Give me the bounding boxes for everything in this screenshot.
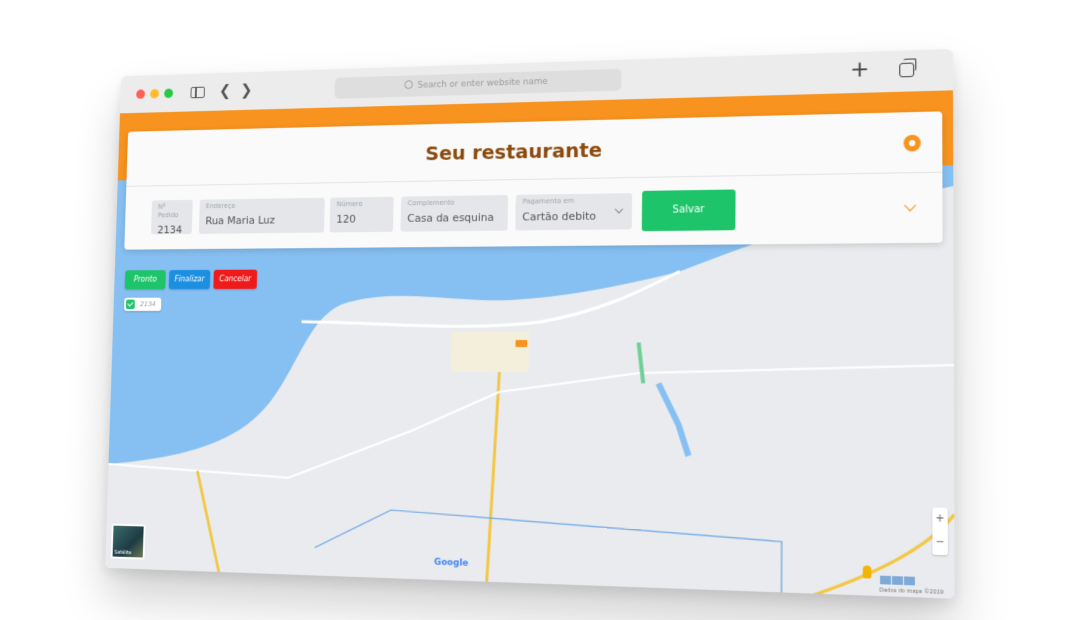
sidebar-toggle-icon[interactable]	[190, 86, 205, 99]
google-logo: Google	[434, 558, 468, 569]
route-badge	[515, 340, 528, 348]
highway-main	[486, 372, 499, 594]
maximize-window-button[interactable]	[164, 88, 174, 99]
address-field[interactable]: Endereço Rua Maria Luz	[198, 197, 325, 234]
divider	[126, 171, 943, 187]
page-title: Seu restaurante	[425, 137, 603, 166]
highway-east	[781, 510, 954, 599]
satellite-label: Satélite	[114, 549, 132, 557]
zoom-control: + −	[932, 507, 948, 556]
back-arrow-icon[interactable]: ❮	[219, 81, 231, 100]
order-number-label: Nº Pedido	[157, 203, 179, 220]
minimize-window-button[interactable]	[150, 88, 160, 99]
street-number-label: Número	[336, 200, 363, 209]
order-form-card: Seu restaurante Nº Pedido 2134 Endereço …	[124, 111, 943, 250]
search-icon	[404, 80, 413, 90]
payment-label: Pagamento em	[522, 196, 575, 206]
town-center	[451, 331, 530, 373]
zoom-out-button[interactable]: −	[932, 531, 947, 555]
satellite-toggle-button[interactable]: Satélite	[110, 523, 146, 560]
stage: ❮ ❯ Search or enter website name + Googl…	[0, 0, 1080, 620]
highway-west	[194, 471, 224, 584]
payment-value: Cartão debito	[522, 209, 597, 224]
layers-icon[interactable]	[880, 568, 919, 586]
google-logo-text: Google	[433, 557, 469, 569]
complement-value: Casa da esquina	[407, 210, 495, 225]
complement-field[interactable]: Complemento Casa da esquina	[400, 194, 509, 232]
finish-button[interactable]: Finalizar	[168, 269, 211, 290]
browser-window: ❮ ❯ Search or enter website name + Googl…	[105, 48, 955, 599]
new-tab-icon[interactable]: +	[850, 57, 869, 83]
address-value: Rua Maria Luz	[205, 213, 276, 228]
cancel-button[interactable]: Cancelar	[213, 269, 258, 289]
ready-button[interactable]: Pronto	[124, 270, 166, 290]
zoom-in-button[interactable]: +	[932, 508, 947, 532]
address-placeholder: Search or enter website name	[417, 76, 548, 91]
park-strip	[638, 343, 643, 384]
expand-chevron-icon[interactable]	[904, 199, 917, 212]
lagoon	[658, 383, 689, 455]
tabs-overview-icon[interactable]	[899, 62, 915, 78]
canal-line	[314, 508, 782, 599]
street-number-field[interactable]: Número 120	[329, 196, 394, 233]
forward-arrow-icon[interactable]: ❯	[240, 80, 253, 99]
page-content: Google Satélite + − Dados do mapa ©2019 …	[105, 90, 955, 599]
complement-label: Complemento	[407, 198, 455, 208]
payment-select[interactable]: Pagamento em Cartão debito	[515, 193, 633, 231]
order-list-item[interactable]: 2134	[124, 297, 162, 311]
order-number-value: 2134	[157, 223, 183, 237]
order-id: 2134	[139, 300, 156, 309]
check-icon[interactable]	[125, 299, 135, 310]
pegman-icon[interactable]	[862, 565, 872, 579]
address-label: Endereço	[205, 202, 236, 211]
save-button[interactable]: Salvar	[641, 189, 736, 232]
street-number-value: 120	[336, 212, 356, 226]
order-number-field[interactable]: Nº Pedido 2134	[151, 199, 193, 236]
close-window-button[interactable]	[136, 89, 146, 99]
address-bar[interactable]: Search or enter website name	[334, 68, 622, 99]
